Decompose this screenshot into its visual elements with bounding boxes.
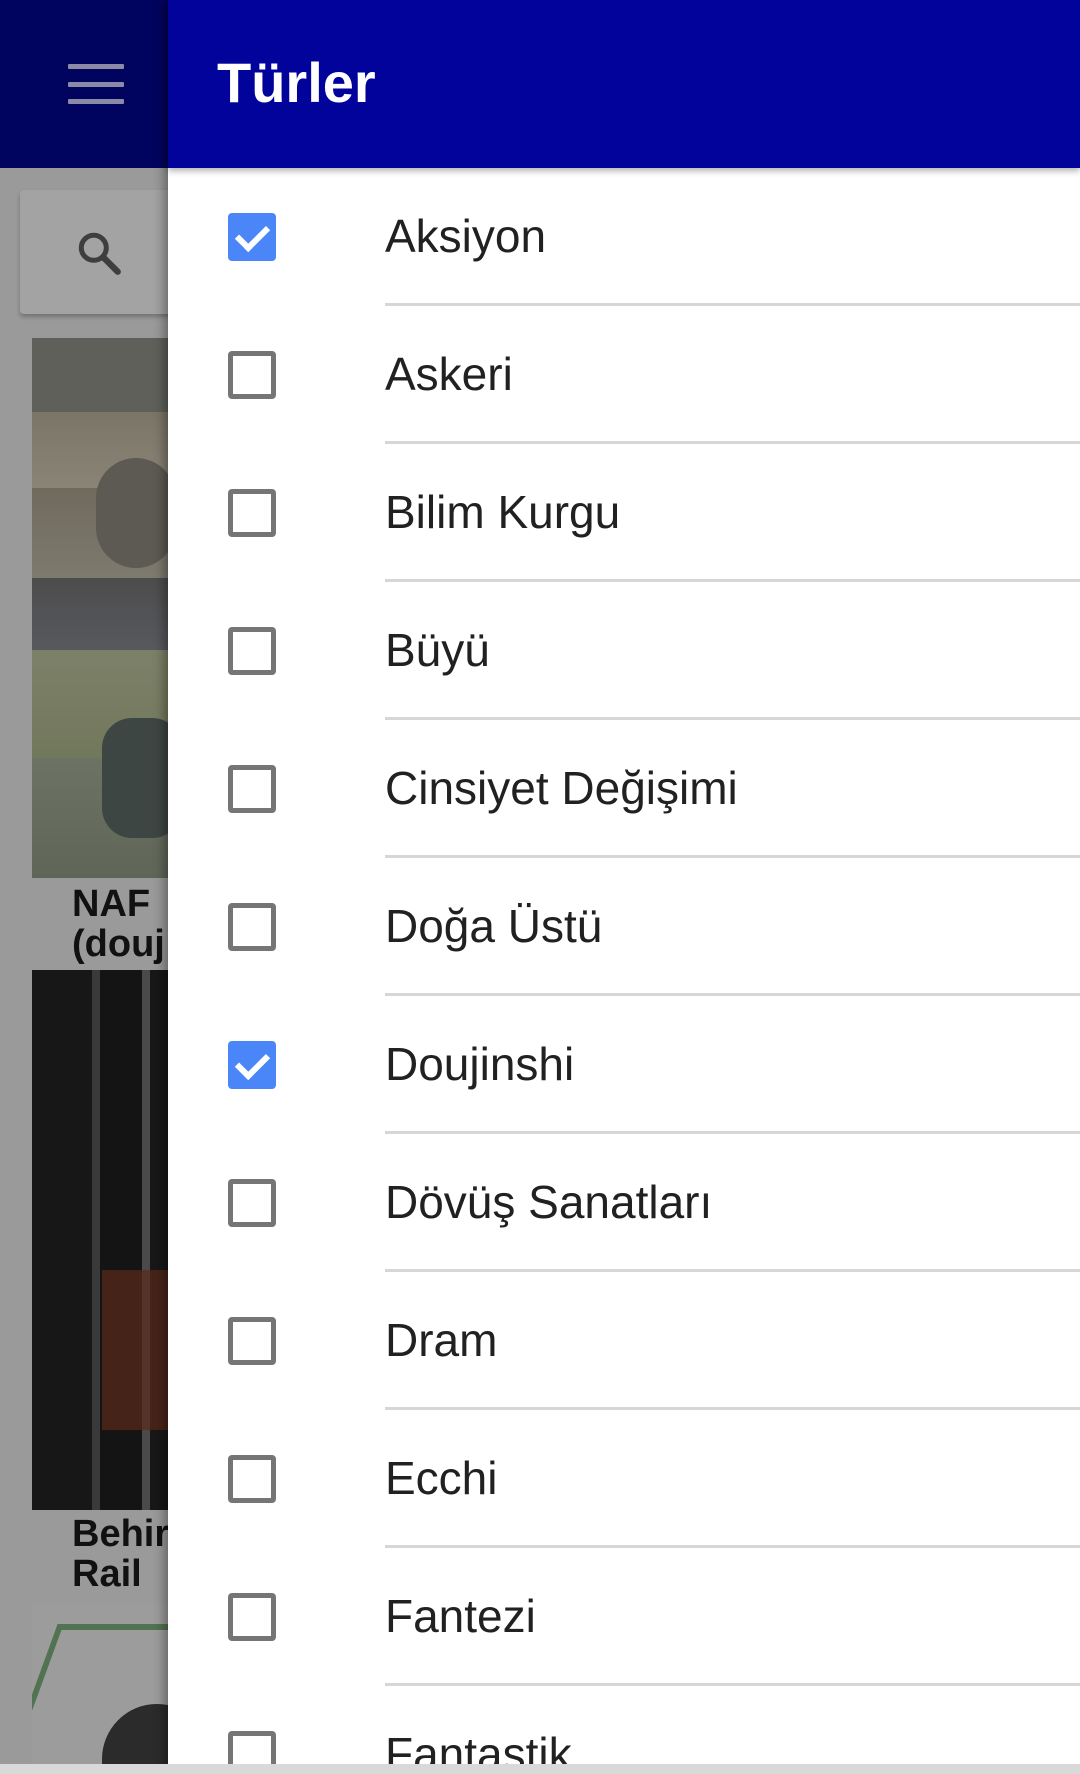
genre-label: Aksiyon: [385, 210, 547, 262]
genre-item-askeri[interactable]: Askeri: [168, 306, 1080, 444]
genre-item-doga-ustu[interactable]: Doğa Üstü: [168, 858, 1080, 996]
checkbox-unchecked-icon[interactable]: [228, 351, 276, 399]
genre-item-buyu[interactable]: Büyü: [168, 582, 1080, 720]
checkbox-checked-icon[interactable]: [228, 1041, 276, 1089]
genre-label: Doujinshi: [385, 1038, 575, 1090]
checkbox-unchecked-icon[interactable]: [228, 1179, 276, 1227]
checkbox-unchecked-icon[interactable]: [228, 903, 276, 951]
checkbox-unchecked-icon[interactable]: [228, 489, 276, 537]
genre-item-ecchi[interactable]: Ecchi: [168, 1410, 1080, 1548]
genre-item-dovus-sanatlari[interactable]: Dövüş Sanatları: [168, 1134, 1080, 1272]
genre-label: Ecchi: [385, 1452, 498, 1504]
checkbox-unchecked-icon[interactable]: [228, 765, 276, 813]
checkbox-unchecked-icon[interactable]: [228, 1455, 276, 1503]
manga-cover-image[interactable]: [32, 338, 182, 878]
genre-label: Cinsiyet Değişimi: [385, 762, 738, 814]
genre-item-fantastik[interactable]: Fantastik: [168, 1686, 1080, 1774]
screen: NAF (douj Behir Rail Türler Aksiyon Aske…: [0, 0, 1080, 1774]
genre-item-cinsiyet-degisimi[interactable]: Cinsiyet Değişimi: [168, 720, 1080, 858]
checkbox-unchecked-icon[interactable]: [228, 1317, 276, 1365]
genre-item-bilim-kurgu[interactable]: Bilim Kurgu: [168, 444, 1080, 582]
search-icon: [78, 232, 121, 275]
genre-label: Büyü: [385, 624, 490, 676]
genre-label: Bilim Kurgu: [385, 486, 621, 538]
drawer-header: Türler: [168, 0, 1080, 168]
genre-label: Fantezi: [385, 1590, 536, 1642]
drawer-title: Türler: [217, 51, 376, 114]
checkbox-unchecked-icon[interactable]: [228, 1593, 276, 1641]
genre-item-aksiyon[interactable]: Aksiyon: [168, 168, 1080, 306]
genre-label: Dram: [385, 1314, 498, 1366]
genre-label: Askeri: [385, 348, 513, 400]
hamburger-menu-icon[interactable]: [58, 56, 134, 112]
bottom-edge: [0, 1764, 1080, 1774]
search-button[interactable]: [20, 190, 190, 314]
manga-cover-image[interactable]: [32, 1604, 182, 1774]
genre-item-dram[interactable]: Dram: [168, 1272, 1080, 1410]
manga-cover-image[interactable]: [32, 970, 182, 1510]
genre-label: Dövüş Sanatları: [385, 1176, 713, 1228]
genre-list: Aksiyon Askeri Bilim Kurgu Büyü Cinsiyet: [168, 168, 1080, 1774]
genre-item-fantezi[interactable]: Fantezi: [168, 1548, 1080, 1686]
checkbox-unchecked-icon[interactable]: [228, 627, 276, 675]
checkbox-checked-icon[interactable]: [228, 213, 276, 261]
genre-label: Doğa Üstü: [385, 900, 603, 952]
genre-filter-drawer: Türler Aksiyon Askeri Bilim Kurgu Büyü C…: [168, 0, 1080, 1774]
genre-item-doujinshi[interactable]: Doujinshi: [168, 996, 1080, 1134]
